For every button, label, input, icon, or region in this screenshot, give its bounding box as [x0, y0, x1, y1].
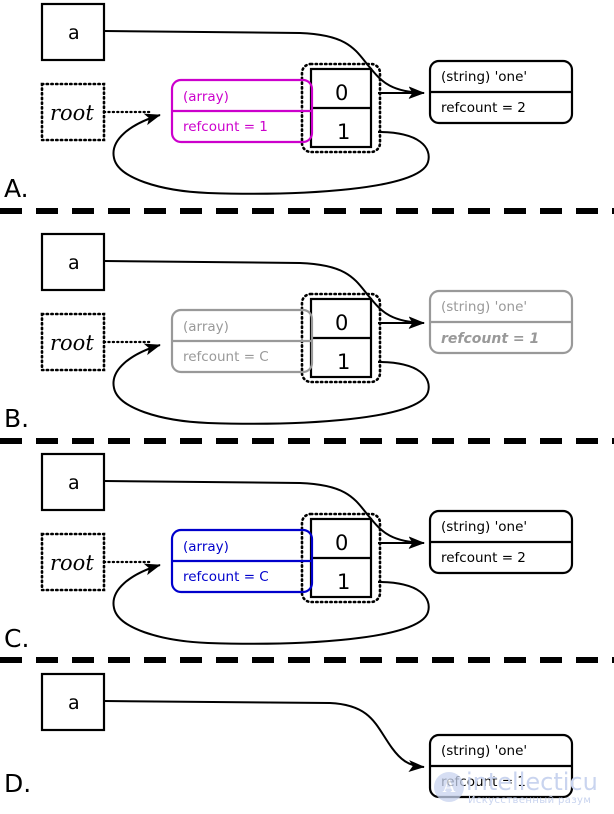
cell-index-0-c: 0	[335, 531, 348, 555]
string-type-label-c: (string) 'one'	[441, 519, 527, 535]
string-type-label-a: (string) 'one'	[441, 69, 527, 85]
cell-index-0-a: 0	[335, 81, 348, 105]
string-refcount-label-d: refcount = 1	[441, 774, 526, 790]
variable-label-c: a	[68, 472, 80, 494]
string-type-label-b: (string) 'one'	[441, 299, 527, 315]
variable-label-b: a	[68, 252, 80, 274]
string-refcount-label-a: refcount = 2	[441, 100, 526, 116]
cell-index-1-b: 1	[337, 350, 350, 374]
string-type-label-d: (string) 'one'	[441, 743, 527, 759]
cell-index-1-c: 1	[337, 570, 350, 594]
root-label-a: root	[50, 101, 94, 125]
panel-letter-b: B.	[4, 404, 29, 433]
array-refcount-label-b: refcount = C	[183, 349, 269, 365]
edge-array-self-loop-c	[112, 563, 430, 645]
cell-index-1-a: 1	[337, 120, 350, 144]
edge-a-to-string-a	[103, 30, 425, 99]
panel-letter-c: C.	[4, 624, 29, 653]
array-type-label-a: (array)	[183, 89, 229, 105]
panel-b: a root 0 1 (array) refcount = C (string)…	[4, 232, 574, 433]
array-refcount-label-c: refcount = C	[183, 569, 269, 585]
edge-a-to-string-b	[103, 260, 425, 329]
panel-letter-d: D.	[4, 769, 31, 798]
variable-label-a: a	[68, 22, 80, 44]
edge-array-self-loop-b	[112, 343, 430, 425]
string-refcount-label-b: refcount = 1	[441, 331, 539, 347]
root-label-b: root	[50, 331, 94, 355]
panel-c: a root 0 1 (array) refcount = C (string)…	[4, 452, 574, 653]
diagram-canvas: a root 0 1 (array) refcount = 1 (string)…	[0, 0, 614, 814]
panel-a: a root 0 1 (array) refcount = 1 (string)…	[4, 2, 574, 203]
refcount-diagram: a root 0 1 (array) refcount = 1 (string)…	[0, 2, 614, 799]
edge-array-self-loop-a	[112, 113, 430, 195]
edge-a-to-string-c	[103, 480, 425, 549]
panel-d: a (string) 'one' refcount = 1 D.	[4, 672, 574, 799]
array-refcount-label-a: refcount = 1	[183, 119, 268, 135]
array-type-label-b: (array)	[183, 319, 229, 335]
variable-label-d: a	[68, 692, 80, 714]
edge-a-to-string-d	[103, 700, 425, 773]
array-type-label-c: (array)	[183, 539, 229, 555]
string-refcount-label-c: refcount = 2	[441, 550, 526, 566]
panel-letter-a: A.	[4, 174, 29, 203]
cell-index-0-b: 0	[335, 311, 348, 335]
root-label-c: root	[50, 551, 94, 575]
